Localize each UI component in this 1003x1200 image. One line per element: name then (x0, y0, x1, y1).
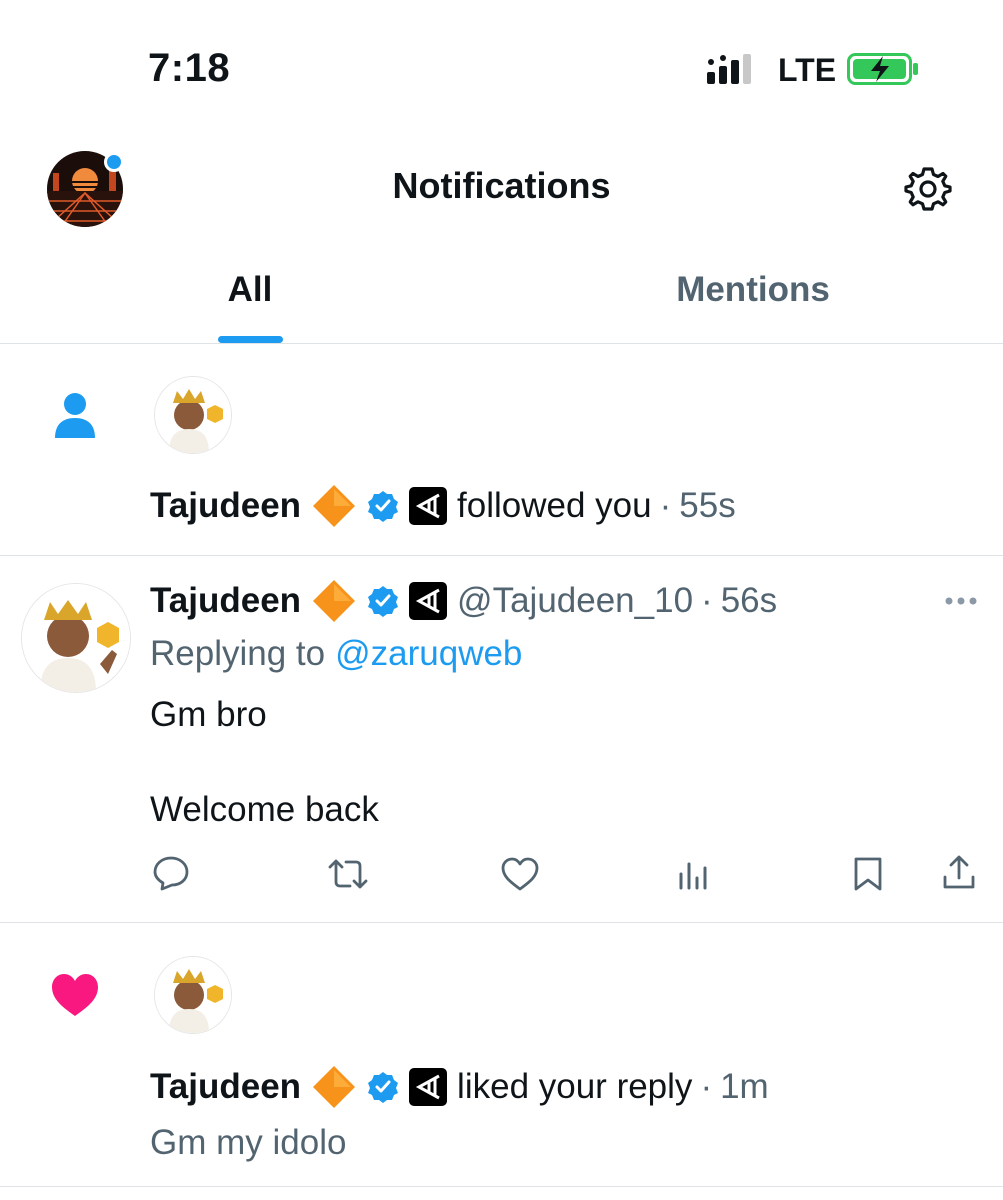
affiliate-badge-icon (409, 487, 448, 525)
heart-icon (52, 974, 98, 1016)
share-icon[interactable] (942, 855, 976, 891)
separator-dot: · (701, 581, 713, 620)
network-label: LTE (778, 52, 837, 88)
user-name[interactable]: Tajudeen (150, 486, 301, 526)
user-avatar[interactable] (154, 956, 232, 1034)
orange-diamond-icon (313, 580, 356, 622)
timestamp: 1m (720, 1067, 769, 1106)
mention-link[interactable]: @zaruqweb (335, 634, 522, 674)
views-icon[interactable] (678, 858, 710, 890)
verified-badge-icon (368, 491, 399, 522)
user-avatar[interactable] (154, 376, 232, 454)
person-icon (55, 393, 95, 438)
replying-to-line: Replying to @zaruqweb (150, 634, 522, 674)
orange-diamond-icon (313, 485, 356, 527)
tweet-text-line: Welcome back (150, 790, 379, 829)
user-name[interactable]: Tajudeen (150, 581, 301, 621)
notification-action: liked your reply (457, 1067, 693, 1106)
bookmark-icon[interactable] (852, 856, 884, 892)
user-avatar[interactable] (21, 583, 131, 693)
timestamp: 56s (720, 581, 778, 620)
quoted-reply-text[interactable]: Gm my idolo (150, 1123, 346, 1163)
replying-prefix: Replying to (150, 634, 326, 673)
like-icon[interactable] (500, 857, 540, 891)
gear-icon[interactable] (904, 165, 952, 213)
tab-active-indicator (218, 336, 283, 343)
orange-diamond-icon (313, 1066, 356, 1108)
tab-all[interactable]: All (160, 270, 340, 310)
notification-action: followed you (457, 486, 652, 525)
like-notification-text: Tajudeen liked your reply · 1m (150, 1064, 769, 1110)
tab-mentions[interactable]: Mentions (600, 270, 906, 310)
verified-badge-icon (368, 586, 399, 617)
affiliate-badge-icon (409, 582, 448, 620)
tweet-header: Tajudeen @Tajudeen_10 · 56s (150, 578, 777, 624)
user-handle[interactable]: @Tajudeen_10 (457, 581, 693, 621)
more-options-icon[interactable] (944, 596, 978, 606)
separator-dot: · (659, 486, 672, 525)
divider (0, 343, 1003, 344)
timestamp: 55s (679, 486, 736, 525)
separator-dot: · (700, 1067, 713, 1106)
divider (0, 555, 1003, 556)
tweet-text-line: Gm bro (150, 695, 267, 734)
status-time: 7:18 (148, 46, 231, 90)
follow-notification-text: Tajudeen followed you · 55s (150, 483, 736, 529)
verified-badge-icon (368, 1072, 399, 1103)
signal-icon (707, 54, 751, 84)
retweet-icon[interactable] (327, 858, 369, 890)
divider (0, 1186, 1003, 1187)
reply-icon[interactable] (152, 855, 190, 891)
page-title: Notifications (392, 165, 611, 206)
affiliate-badge-icon (409, 1068, 448, 1106)
divider (0, 922, 1003, 923)
battery-charging-icon (847, 53, 918, 85)
user-name[interactable]: Tajudeen (150, 1067, 301, 1107)
